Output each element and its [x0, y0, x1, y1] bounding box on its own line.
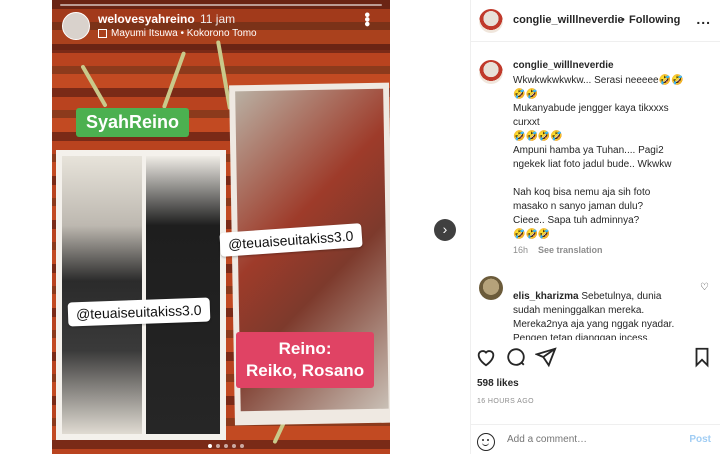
- avatar[interactable]: [479, 276, 503, 300]
- caption-username[interactable]: conglie_willlneverdie: [513, 60, 614, 71]
- name-label-pink: Reino: Reiko, Rosano: [236, 332, 375, 388]
- likes-count[interactable]: 598 likes: [477, 378, 519, 389]
- post-side-panel: conglie_willlneverdie • Following ... co…: [470, 0, 720, 454]
- caption-time: 16h: [513, 245, 529, 255]
- story-username[interactable]: welovesyahreino: [98, 12, 195, 26]
- post-comment-button[interactable]: Post: [689, 434, 711, 445]
- header-username[interactable]: conglie_willlneverdie: [513, 14, 624, 26]
- add-comment-bar: Post: [471, 424, 720, 454]
- comments-list[interactable]: conglie_willlneverdie Wkwkwkwkwkw... Ser…: [471, 50, 720, 340]
- story-music[interactable]: Mayumi Itsuwa • Kokorono Tomo: [98, 28, 257, 39]
- following-button[interactable]: Following: [629, 14, 680, 26]
- caption-meta: 16h See translation: [513, 245, 613, 255]
- comment-item: elis_kharizma Sebetulnya, dunia sudah me…: [513, 276, 711, 340]
- leaf-decoration: [161, 51, 187, 109]
- avatar[interactable]: [479, 9, 503, 33]
- story-progress-bar: [60, 4, 382, 6]
- watermark-label: @teuaiseuitakiss3.0: [67, 297, 210, 327]
- photo-girl: [62, 156, 142, 434]
- name-label-green: SyahReino: [76, 108, 190, 137]
- photo-syahrini-reino: [56, 150, 226, 440]
- comment-like-icon[interactable]: ♡: [700, 282, 709, 293]
- add-comment-input[interactable]: [507, 434, 657, 445]
- story-avatar[interactable]: [62, 12, 90, 40]
- story-time: 11 jam: [200, 12, 236, 26]
- post-actions: [471, 340, 720, 376]
- leaf-decoration: [80, 64, 108, 108]
- comment-username[interactable]: elis_kharizma: [513, 291, 579, 302]
- share-send-icon[interactable]: [535, 346, 557, 368]
- avatar[interactable]: [479, 60, 503, 84]
- label-pink-line1: Reino:: [278, 339, 332, 358]
- caption-text: Wkwkwkwkwkw... Serasi neeeee🤣🤣 🤣🤣 Mukany…: [513, 75, 684, 240]
- story-music-label: Mayumi Itsuwa • Kokorono Tomo: [111, 28, 257, 39]
- emoji-icon[interactable]: [477, 433, 495, 451]
- carousel-dot: [208, 444, 212, 448]
- instagram-post-view: welovesyahreino 11 jam Mayumi Itsuwa • K…: [0, 0, 720, 454]
- post-time-ago: 16 HOURS AGO: [477, 398, 534, 405]
- story-image[interactable]: welovesyahreino 11 jam Mayumi Itsuwa • K…: [52, 0, 390, 454]
- carousel-dots: [208, 444, 244, 448]
- comment-bubble-icon[interactable]: [505, 346, 527, 368]
- carousel-dot: [240, 444, 244, 448]
- music-icon: [98, 28, 107, 38]
- header-separator: •: [621, 14, 625, 26]
- post-header: conglie_willlneverdie • Following ...: [471, 0, 720, 42]
- story-header: welovesyahreino 11 jam Mayumi Itsuwa • K…: [52, 0, 390, 50]
- next-arrow-icon[interactable]: ›: [434, 219, 456, 241]
- more-options-icon[interactable]: ...: [696, 11, 711, 27]
- carousel-dot: [224, 444, 228, 448]
- label-pink-line2: Reiko, Rosano: [246, 361, 365, 380]
- carousel-dot: [216, 444, 220, 448]
- see-translation-link[interactable]: See translation: [538, 245, 603, 255]
- photo-boy: [146, 156, 220, 434]
- save-bookmark-icon[interactable]: [691, 346, 713, 368]
- carousel-dot: [232, 444, 236, 448]
- story-more-icon[interactable]: •••: [358, 12, 375, 26]
- like-heart-icon[interactable]: [475, 346, 497, 368]
